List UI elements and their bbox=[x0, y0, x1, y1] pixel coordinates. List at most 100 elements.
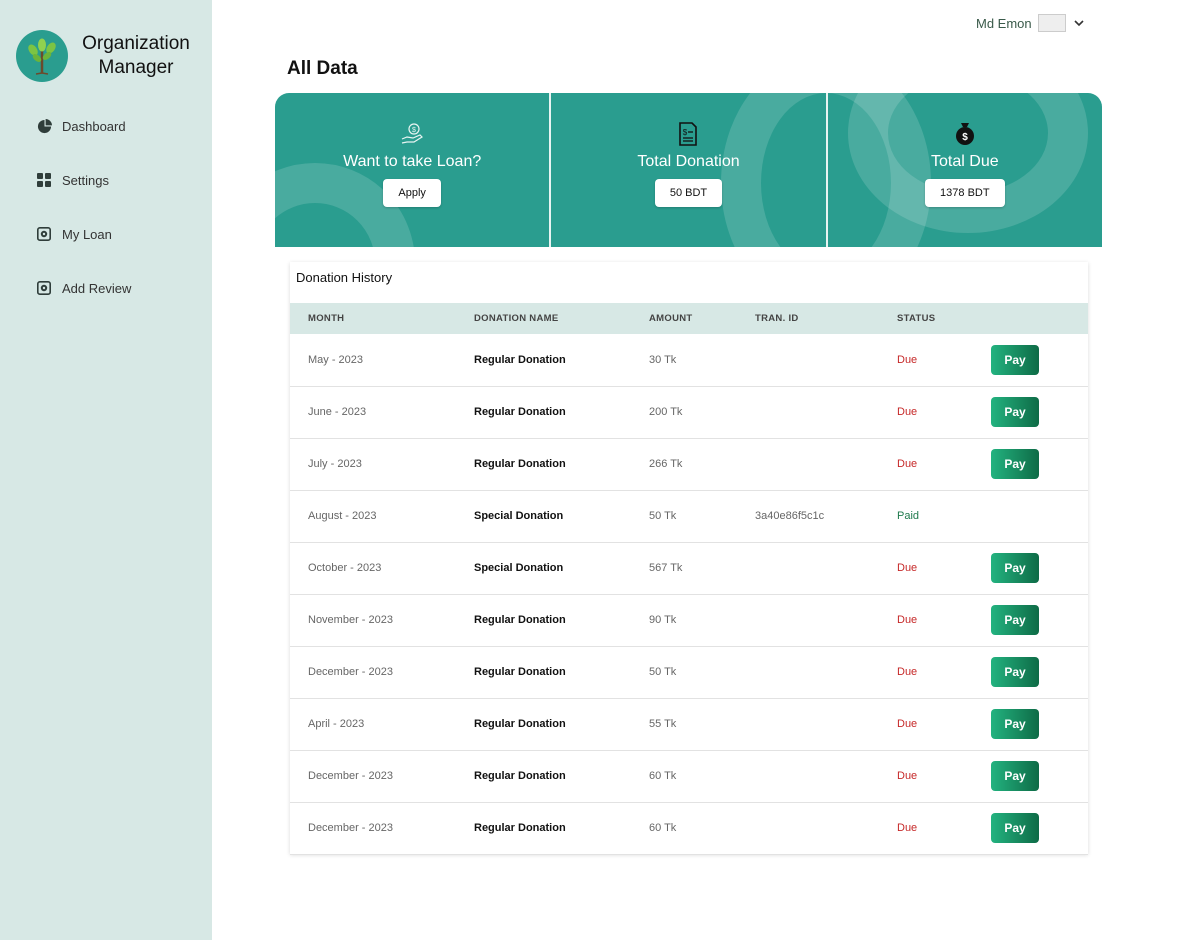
brand[interactable]: Organization Manager bbox=[16, 30, 198, 82]
pay-button[interactable]: Pay bbox=[991, 553, 1039, 583]
svg-text:$: $ bbox=[962, 132, 968, 143]
total-donation-card: $ Total Donation 50 BDT bbox=[549, 93, 932, 247]
donation-name-cell: Regular Donation bbox=[474, 614, 566, 626]
sidebar-item-settings[interactable]: Settings bbox=[36, 170, 131, 190]
brand-name: Organization Manager bbox=[82, 33, 190, 78]
month-cell: December - 2023 bbox=[308, 822, 393, 834]
chevron-down-icon[interactable] bbox=[1074, 14, 1084, 32]
receipt-icon: $ bbox=[678, 121, 698, 147]
loan-card: $ Want to take Loan? Apply bbox=[275, 93, 549, 247]
action-cell: Pay bbox=[991, 334, 1088, 386]
action-cell: Pay bbox=[991, 750, 1088, 802]
tran-id-cell bbox=[755, 646, 897, 698]
tran-id-cell bbox=[755, 698, 897, 750]
grid-icon bbox=[36, 172, 52, 188]
table-row: December - 2023 Regular Donation 60 Tk Due P… bbox=[290, 750, 1088, 802]
month-cell: October - 2023 bbox=[308, 562, 382, 574]
donation-history-table: MONTH DONATION NAME AMOUNT TRAN. ID STAT… bbox=[290, 303, 1088, 855]
column-header-donation-name: DONATION NAME bbox=[474, 313, 559, 324]
tran-id-cell bbox=[755, 542, 897, 594]
column-header-action bbox=[991, 303, 1088, 334]
sidebar-nav: Dashboard Settings My Loan Add Review bbox=[36, 116, 131, 332]
table-header-row: MONTH DONATION NAME AMOUNT TRAN. ID STAT… bbox=[290, 303, 1088, 334]
status-cell: Due bbox=[897, 353, 918, 366]
table-row: October - 2023 Special Donation 567 Tk Due P… bbox=[290, 542, 1088, 594]
donation-name-cell: Regular Donation bbox=[474, 718, 566, 730]
status-cell: Due bbox=[897, 770, 918, 782]
action-cell: Pay bbox=[991, 386, 1088, 438]
pay-button[interactable]: Pay bbox=[991, 813, 1039, 843]
tran-id-cell: 3a40e86f5c1c bbox=[755, 510, 825, 522]
status-cell: Due bbox=[897, 406, 918, 418]
table-row: December - 2023 Regular Donation 60 Tk Due P… bbox=[290, 802, 1088, 854]
donation-name-cell: Regular Donation bbox=[474, 770, 566, 782]
month-cell: December - 2023 bbox=[308, 666, 393, 678]
table-row: August - 2023 Special Donation 50 Tk 3a40e8… bbox=[290, 490, 1088, 542]
tran-id-cell bbox=[755, 438, 897, 490]
month-cell: May - 2023 bbox=[308, 353, 364, 366]
month-cell: April - 2023 bbox=[308, 718, 365, 730]
user-menu[interactable]: Md Emon bbox=[976, 14, 1084, 32]
pay-button[interactable]: Pay bbox=[991, 709, 1039, 739]
amount-cell: 55 Tk bbox=[649, 718, 677, 730]
page-title: All Data bbox=[287, 58, 358, 79]
table-row: June - 2023 Regular Donation 200 Tk Due Pay bbox=[290, 386, 1088, 438]
sidebar-item-add-review[interactable]: Add Review bbox=[36, 278, 131, 298]
total-donation-title: Total Donation bbox=[637, 153, 740, 170]
table-row: May - 2023 Regular Donation 30 Tk Due Pay bbox=[290, 334, 1088, 386]
sidebar-item-dashboard[interactable]: Dashboard bbox=[36, 116, 131, 136]
month-cell: August - 2023 bbox=[308, 510, 377, 522]
pay-button[interactable]: Pay bbox=[991, 605, 1039, 635]
svg-text:$: $ bbox=[683, 128, 688, 137]
table-row: April - 2023 Regular Donation 55 Tk Due Pay bbox=[290, 698, 1088, 750]
month-cell: November - 2023 bbox=[308, 614, 393, 626]
pay-button[interactable]: Pay bbox=[991, 657, 1039, 687]
money-hand-icon: $ bbox=[400, 121, 424, 147]
donation-name-cell: Regular Donation bbox=[474, 666, 566, 678]
action-cell: Pay bbox=[991, 542, 1088, 594]
amount-cell: 30 Tk bbox=[649, 353, 677, 366]
table-row: December - 2023 Regular Donation 50 Tk Due P… bbox=[290, 646, 1088, 698]
pay-button[interactable]: Pay bbox=[991, 344, 1039, 375]
total-due-title: Total Due bbox=[931, 153, 999, 170]
status-cell: Due bbox=[897, 562, 918, 574]
status-cell: Due bbox=[897, 822, 918, 834]
column-header-tran-id: TRAN. ID bbox=[755, 313, 799, 324]
column-header-status: STATUS bbox=[897, 313, 936, 324]
amount-cell: 567 Tk bbox=[649, 562, 683, 574]
status-cell: Due bbox=[897, 458, 918, 470]
amount-cell: 50 Tk bbox=[649, 666, 677, 678]
status-cell: Paid bbox=[897, 510, 920, 522]
pay-button[interactable]: Pay bbox=[991, 397, 1039, 427]
total-donation-value: 50 BDT bbox=[654, 179, 723, 207]
pie-chart-icon bbox=[36, 118, 52, 134]
action-cell bbox=[991, 490, 1088, 542]
table-row: November - 2023 Regular Donation 90 Tk Due P… bbox=[290, 594, 1088, 646]
month-cell: June - 2023 bbox=[308, 406, 367, 418]
apply-button[interactable]: Apply bbox=[383, 179, 441, 207]
pay-button[interactable]: Pay bbox=[991, 449, 1039, 479]
summary-cards: $ Want to take Loan? Apply $ Total Donat… bbox=[275, 93, 1102, 247]
amount-cell: 200 Tk bbox=[649, 406, 683, 418]
amount-cell: 60 Tk bbox=[649, 822, 677, 834]
sidebar-item-my-loan[interactable]: My Loan bbox=[36, 224, 131, 244]
pay-button[interactable]: Pay bbox=[991, 761, 1039, 791]
tran-id-cell bbox=[755, 594, 897, 646]
tran-id-cell bbox=[755, 802, 897, 854]
sidebar: Organization Manager Dashboard Settings … bbox=[0, 0, 212, 940]
table-row: July - 2023 Regular Donation 266 Tk Due Pay bbox=[290, 438, 1088, 490]
status-cell: Due bbox=[897, 666, 918, 678]
sidebar-item-label: Add Review bbox=[62, 280, 132, 296]
amount-cell: 90 Tk bbox=[649, 614, 677, 626]
action-cell: Pay bbox=[991, 802, 1088, 854]
tran-id-cell bbox=[755, 750, 897, 802]
avatar[interactable] bbox=[1037, 14, 1066, 32]
gear-box-icon bbox=[36, 280, 52, 296]
action-cell: Pay bbox=[991, 646, 1088, 698]
action-cell: Pay bbox=[991, 594, 1088, 646]
status-cell: Due bbox=[897, 718, 918, 730]
donation-name-cell: Regular Donation bbox=[474, 353, 566, 366]
total-due-card: $ Total Due 1378 BDT bbox=[825, 93, 1102, 247]
column-header-amount: AMOUNT bbox=[649, 313, 693, 324]
action-cell: Pay bbox=[991, 438, 1088, 490]
